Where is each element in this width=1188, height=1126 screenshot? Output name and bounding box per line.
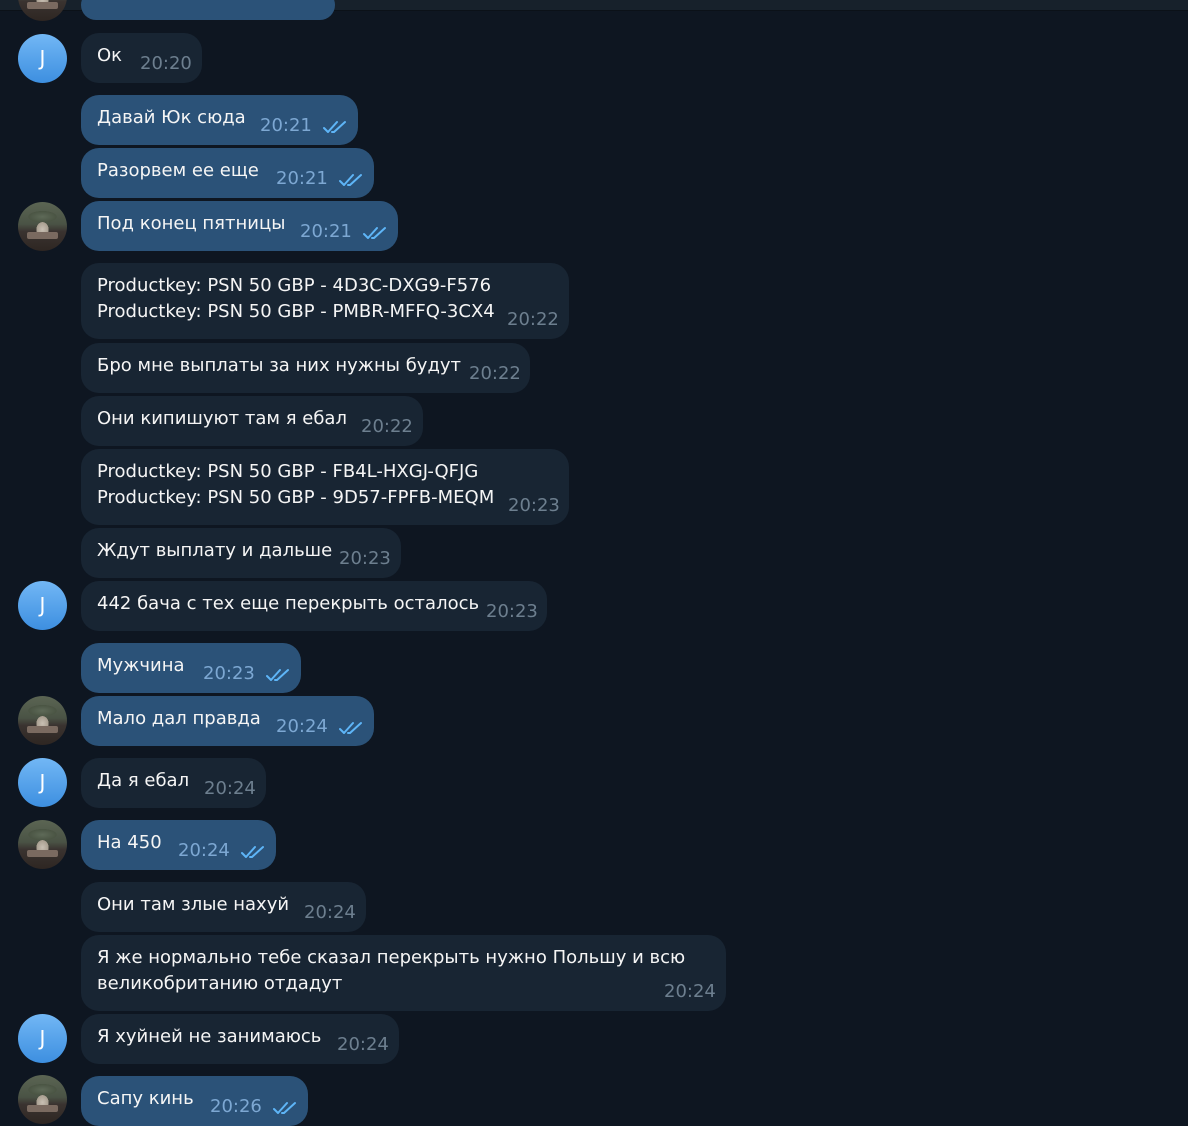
user-avatar[interactable] xyxy=(18,696,67,745)
message-bubble-incoming[interactable]: Бро мне выплаты за них нужны будут 20:22 xyxy=(81,343,530,393)
message-text-line: Productkey: PSN 50 GBP - PMBR-MFFQ-3CX4 xyxy=(97,301,495,322)
message-bubble-incoming[interactable]: Я же нормально тебе сказал перекрыть нуж… xyxy=(81,935,726,1011)
message-bubble-outgoing[interactable]: Разорвем ее еще 20:21 xyxy=(81,148,374,198)
message-bubble-incoming[interactable]: Они кипишуют там я ебал 20:22 xyxy=(81,396,423,446)
message-bubble-outgoing[interactable]: Мужчина 20:23 xyxy=(81,643,301,693)
double-check-icon xyxy=(363,226,389,240)
double-check-icon xyxy=(339,173,365,187)
message-text: Бро мне выплаты за них нужны будут xyxy=(97,355,462,376)
contact-avatar[interactable]: J xyxy=(18,758,67,807)
double-check-icon xyxy=(266,668,292,682)
message-bubble-outgoing[interactable]: На 450 20:24 xyxy=(81,820,276,870)
message-text-line: Productkey: PSN 50 GBP - 4D3C-DXG9-F576 xyxy=(97,275,492,296)
double-check-icon xyxy=(339,721,365,735)
message-time: 20:22 xyxy=(469,363,521,384)
message-text: Сапу кинь xyxy=(97,1088,194,1109)
message-time: 20:24 xyxy=(276,716,328,737)
message-bubble-incoming[interactable]: Ждут выплату и дальше 20:23 xyxy=(81,528,401,578)
double-check-icon xyxy=(323,120,349,134)
user-avatar[interactable] xyxy=(18,202,67,251)
message-text-line: великобританию отдадут xyxy=(97,973,343,994)
message-time: 20:23 xyxy=(508,495,560,516)
user-avatar[interactable] xyxy=(18,1075,67,1124)
contact-avatar[interactable]: J xyxy=(18,581,67,630)
double-check-icon xyxy=(273,1101,299,1115)
message-time: 20:22 xyxy=(507,309,559,330)
message-bubble-outgoing[interactable]: Под конец пятницы 20:21 xyxy=(81,201,398,251)
message-time: 20:23 xyxy=(203,663,255,684)
message-bubble-incoming[interactable]: Ок 20:20 xyxy=(81,33,202,83)
message-time: 20:23 xyxy=(486,601,538,622)
contact-avatar[interactable]: J xyxy=(18,34,67,83)
message-bubble-outgoing[interactable]: Сапу кинь 20:26 xyxy=(81,1076,308,1126)
message-bubble-outgoing[interactable]: Мало дал правда 20:24 xyxy=(81,696,374,746)
message-bubble-incoming[interactable]: Да я ебал 20:24 xyxy=(81,758,266,808)
message-bubble-outgoing[interactable]: Давай Юк сюда 20:21 xyxy=(81,95,358,145)
message-time: 20:24 xyxy=(304,902,356,923)
message-time: 20:26 xyxy=(210,1096,262,1117)
message-bubble-incoming[interactable]: Они там злые нахуй 20:24 xyxy=(81,882,366,932)
message-text: 442 бача с тех еще перекрыть осталось xyxy=(97,593,480,614)
double-check-icon xyxy=(241,845,267,859)
message-text-line: Я же нормально тебе сказал перекрыть нуж… xyxy=(97,947,686,968)
message-time: 20:21 xyxy=(260,115,312,136)
user-avatar[interactable] xyxy=(18,0,67,21)
message-time: 20:24 xyxy=(204,778,256,799)
message-bubble-incoming[interactable]: Я хуйней не занимаюсь 20:24 xyxy=(81,1014,399,1064)
message-time: 20:20 xyxy=(140,53,192,74)
message-time: 20:22 xyxy=(361,416,413,437)
message-bubble-partial[interactable] xyxy=(81,0,335,20)
contact-avatar[interactable]: J xyxy=(18,1014,67,1063)
message-time: 20:24 xyxy=(664,981,716,1002)
message-time: 20:24 xyxy=(178,840,230,861)
message-time: 20:21 xyxy=(300,221,352,242)
message-bubble-incoming[interactable]: 442 бача с тех еще перекрыть осталось 20… xyxy=(81,581,547,631)
message-text: Мужчина xyxy=(97,655,185,676)
message-bubble-incoming[interactable]: Productkey: PSN 50 GBP - 4D3C-DXG9-F576 … xyxy=(81,263,569,339)
user-avatar[interactable] xyxy=(18,820,67,869)
message-time: 20:23 xyxy=(339,548,391,569)
message-text-line: Productkey: PSN 50 GBP - 9D57-FPFB-MEQM xyxy=(97,487,495,508)
message-text-line: Productkey: PSN 50 GBP - FB4L-HXGJ-QFJG xyxy=(97,461,479,482)
message-time: 20:21 xyxy=(276,168,328,189)
message-bubble-incoming[interactable]: Productkey: PSN 50 GBP - FB4L-HXGJ-QFJG … xyxy=(81,449,569,525)
message-time: 20:24 xyxy=(337,1034,389,1055)
